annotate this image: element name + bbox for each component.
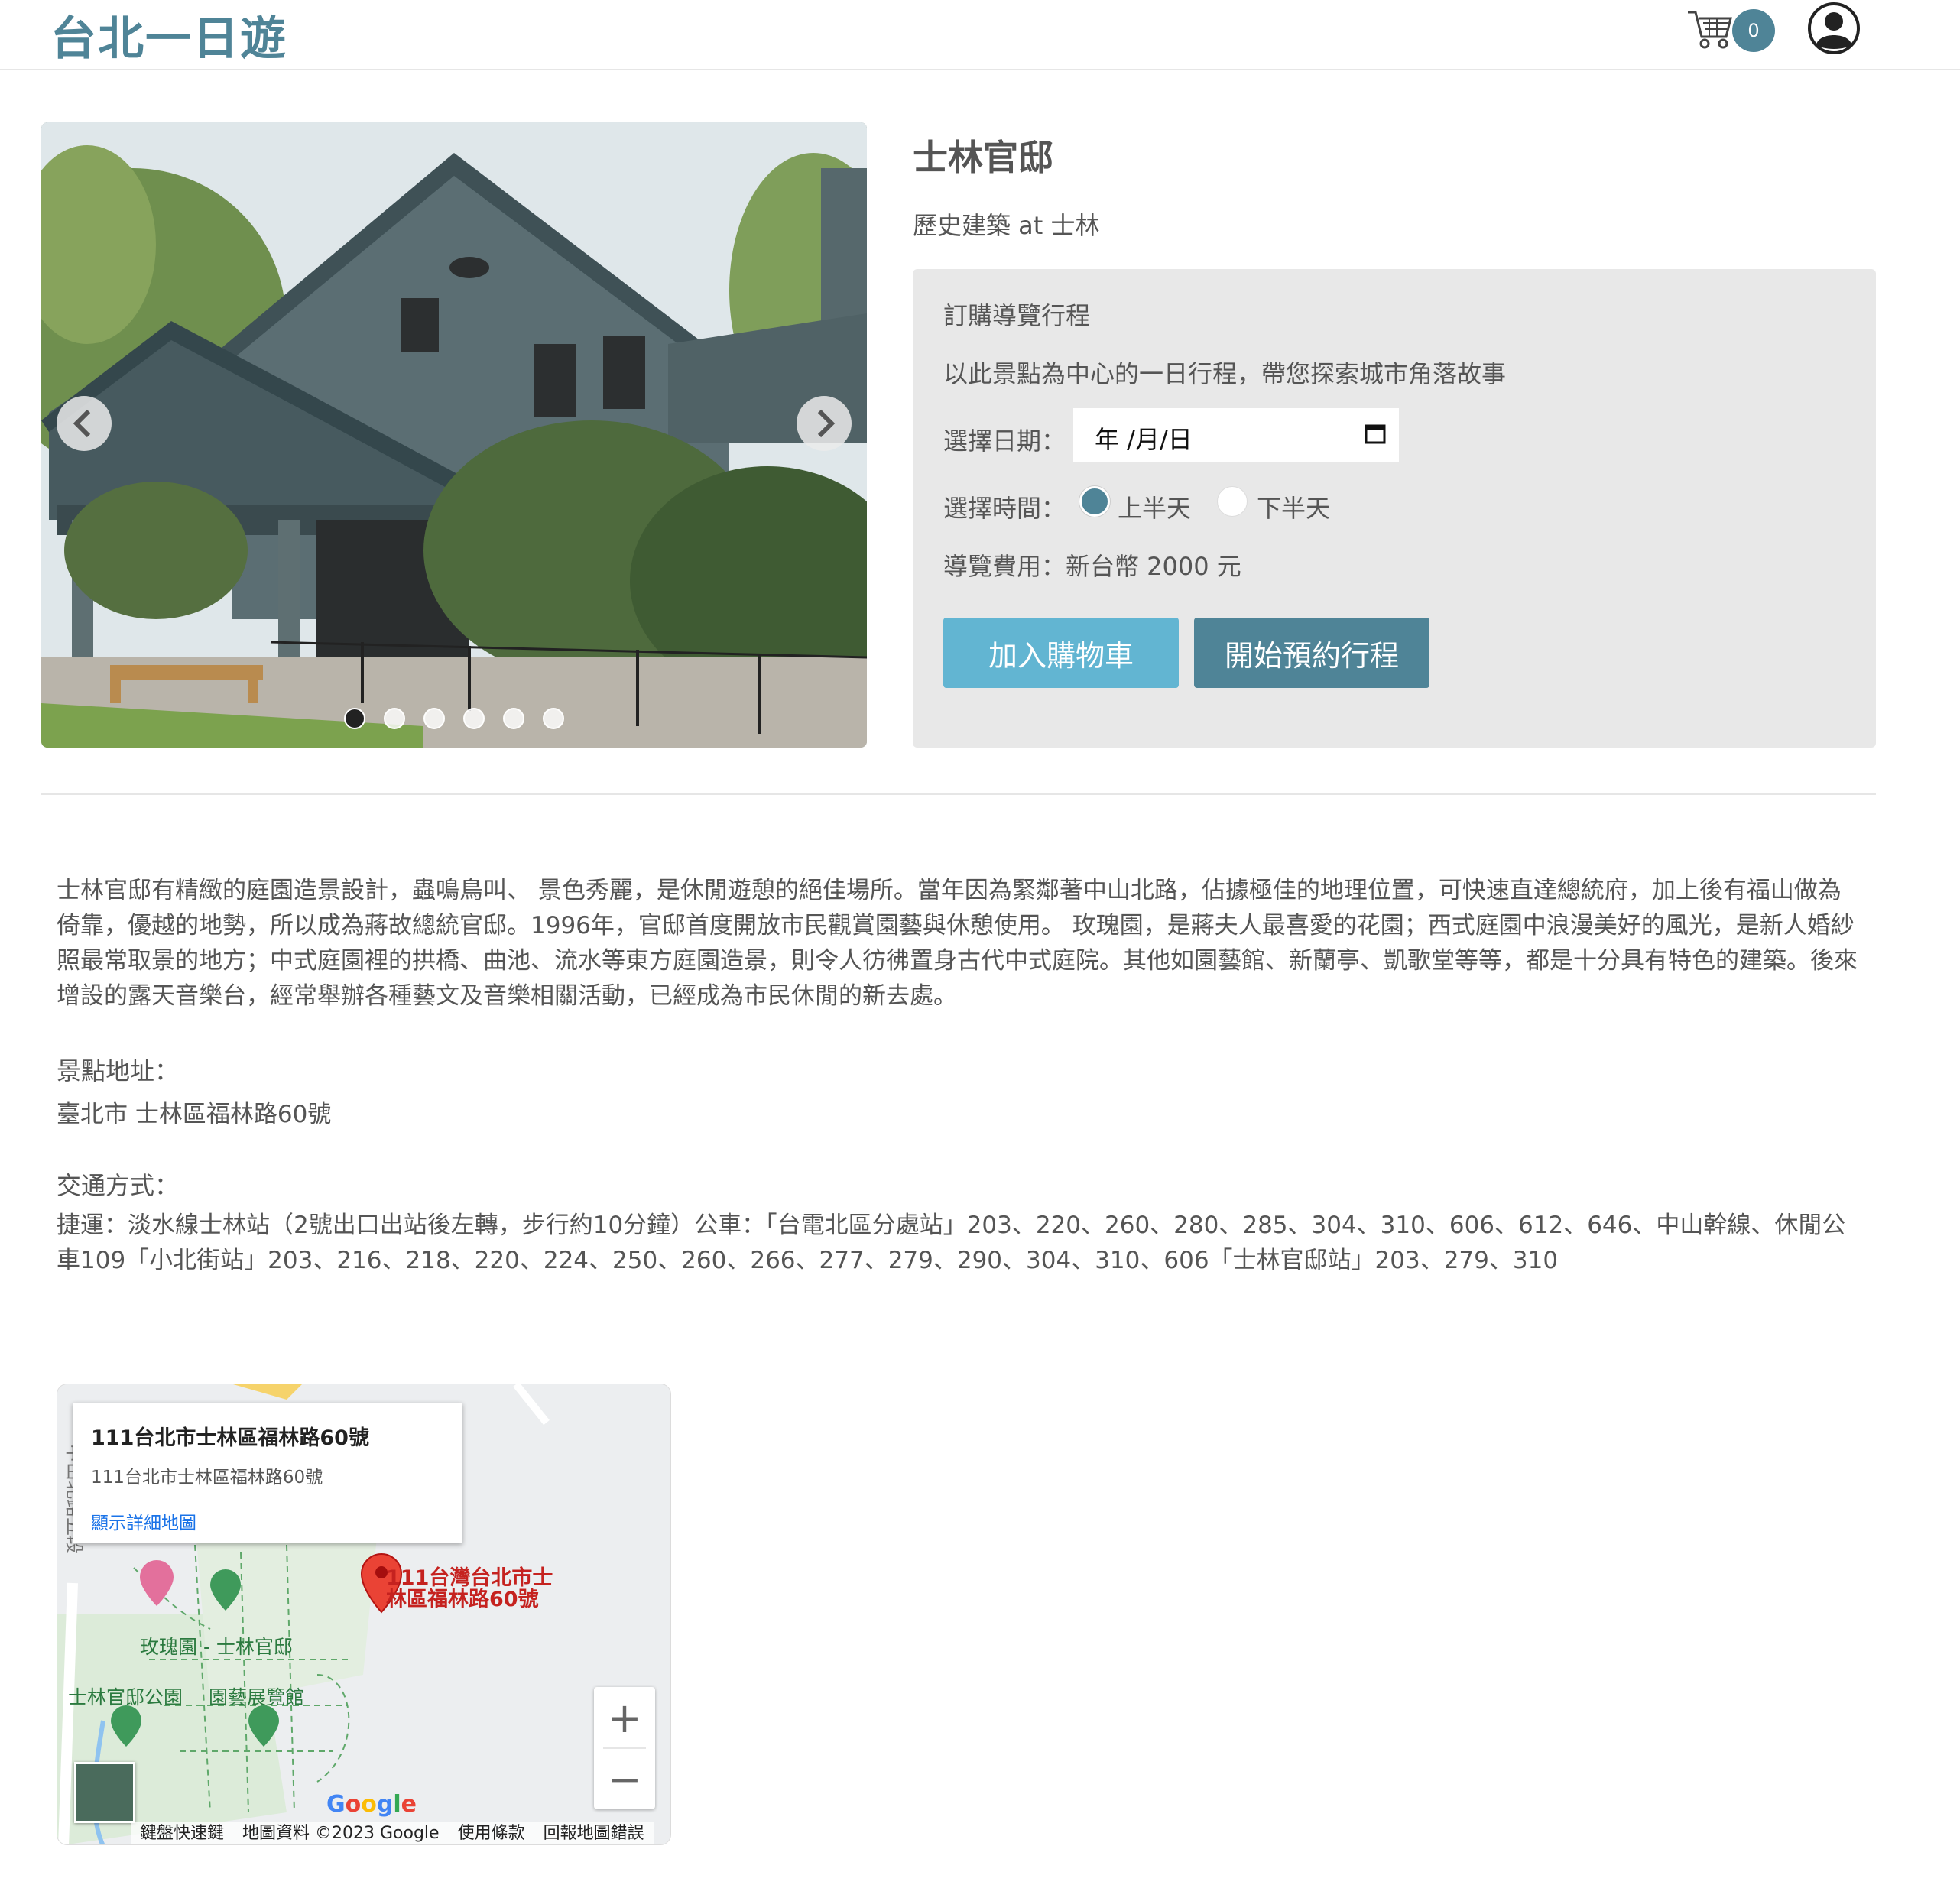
brand-logo[interactable]: 台北一日遊 <box>50 2 287 68</box>
time-option-label[interactable]: 下半天 <box>1257 489 1330 524</box>
time-option-label[interactable]: 上半天 <box>1118 489 1191 524</box>
transport-label: 交通方式： <box>57 1171 180 1200</box>
time-radio-morning[interactable] <box>1079 486 1110 517</box>
poi-garden-hall[interactable]: 園藝展覽館 <box>209 1682 304 1710</box>
carousel-dot[interactable] <box>463 708 485 729</box>
poi-park[interactable]: 士林官邸公園 <box>68 1682 183 1710</box>
start-booking-button[interactable]: 開始預約行程 <box>1194 618 1429 688</box>
user-avatar-icon[interactable] <box>1807 2 1861 55</box>
carousel-dot[interactable] <box>543 708 564 729</box>
chevron-left-icon <box>73 409 91 438</box>
map-pin-label[interactable]: 111台灣台北市士林區福林路60號 <box>386 1568 562 1611</box>
booking-title: 訂購導覽行程 <box>943 301 1091 330</box>
time-label: 選擇時間： <box>943 494 1066 523</box>
section-divider <box>41 793 1876 795</box>
top-nav: 台北一日遊 0 <box>0 0 1960 70</box>
zoom-out-button[interactable]: − <box>594 1748 655 1809</box>
carousel-indicators <box>344 708 564 731</box>
zoom-in-button[interactable]: + <box>594 1687 655 1748</box>
address-label: 景點地址： <box>57 1056 180 1085</box>
map-zoom-control: + − <box>594 1687 655 1809</box>
cart-count-badge[interactable]: 0 <box>1732 9 1775 52</box>
address-text: 臺北市 士林區福林路60號 <box>57 1101 332 1128</box>
image-carousel <box>41 122 867 748</box>
date-placeholder: 年 /月/日 <box>1095 425 1193 454</box>
map-info-window: 111台北市士林區福林路60號 111台北市士林區福林路60號 顯示詳細地圖 <box>73 1403 462 1543</box>
keyboard-shortcuts-link[interactable]: 鍵盤快速鍵 <box>140 1822 224 1844</box>
info-window-title: 111台北市士林區福林路60號 <box>91 1426 369 1450</box>
attraction-name: 士林官邸 <box>913 137 1053 178</box>
poi-rose-garden[interactable]: 玫瑰園 - 士林官邸 <box>140 1632 293 1660</box>
shopping-cart-icon[interactable] <box>1686 8 1734 50</box>
attraction-category: 歷史建築 at 士林 <box>913 211 1100 240</box>
satellite-toggle[interactable] <box>74 1762 135 1823</box>
chevron-right-icon <box>817 409 836 438</box>
info-window-address: 111台北市士林區福林路60號 <box>91 1468 323 1488</box>
attraction-photo <box>41 122 867 748</box>
time-radio-afternoon[interactable] <box>1217 486 1248 517</box>
carousel-dot[interactable] <box>384 708 405 729</box>
carousel-dot[interactable] <box>344 708 365 729</box>
map-data-attribution: 地圖資料 ©2023 Google <box>242 1824 440 1843</box>
transport-text: 捷運：淡水線士林站（2號出口出站後左轉，步行約10分鐘）公車：「台電北區分處站」… <box>57 1212 1846 1274</box>
attraction-description: 士林官邸有精緻的庭園造景設計，蟲鳴鳥叫、 景色秀麗，是休閒遊憩的絕佳場所。當年因… <box>57 877 1858 1010</box>
terms-link[interactable]: 使用條款 <box>458 1822 525 1844</box>
report-error-link[interactable]: 回報地圖錯誤 <box>544 1822 644 1844</box>
view-larger-map-link[interactable]: 顯示詳細地圖 <box>91 1508 196 1534</box>
map-footer: 鍵盤快速鍵 地圖資料 ©2023 Google 使用條款 回報地圖錯誤 <box>131 1822 654 1844</box>
calendar-icon[interactable] <box>1364 422 1387 445</box>
carousel-next-button[interactable] <box>797 396 852 451</box>
carousel-dot[interactable] <box>423 708 445 729</box>
tour-fee: 導覽費用：新台幣 2000 元 <box>943 552 1241 581</box>
add-to-cart-button[interactable]: 加入購物車 <box>943 618 1179 688</box>
carousel-dot[interactable] <box>503 708 524 729</box>
google-logo: Google <box>326 1791 417 1818</box>
date-label: 選擇日期： <box>943 427 1066 456</box>
booking-panel: 訂購導覽行程 以此景點為中心的一日行程，帶您探索城市角落故事 選擇日期： 年 /… <box>913 269 1876 748</box>
date-input[interactable]: 年 /月/日 <box>1073 408 1399 462</box>
booking-description: 以此景點為中心的一日行程，帶您探索城市角落故事 <box>943 359 1507 388</box>
google-map[interactable]: 中山北路五段 111台北市士林區福林路60號 111台北市士林區福林路60號 顯… <box>57 1384 671 1845</box>
carousel-prev-button[interactable] <box>57 396 112 451</box>
